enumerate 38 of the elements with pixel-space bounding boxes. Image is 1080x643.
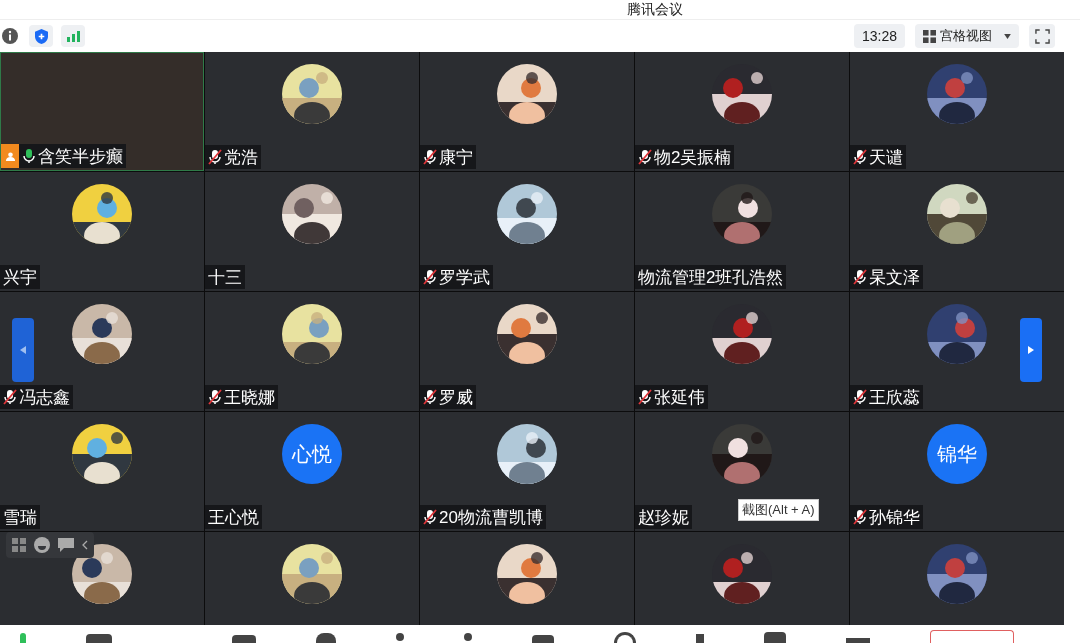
name-label: 物流管理2班孔浩然 bbox=[635, 265, 787, 289]
collapse-icon[interactable] bbox=[82, 540, 88, 550]
security-icon[interactable] bbox=[29, 25, 53, 47]
grid-icon[interactable] bbox=[12, 538, 26, 552]
fullscreen-button[interactable] bbox=[1029, 24, 1055, 48]
name-label: 罗学武 bbox=[420, 265, 493, 289]
name-label: 冯志鑫 bbox=[0, 385, 73, 409]
name-label: 党浩 bbox=[205, 145, 261, 169]
name-label: 张延伟 bbox=[635, 385, 708, 409]
name-label: 兴宇 bbox=[0, 265, 40, 289]
left-arrow-icon bbox=[20, 346, 26, 354]
name-label: 雪瑞 bbox=[0, 505, 40, 529]
name-label: 含笑半步癫 bbox=[19, 144, 126, 168]
tooltip: 截图(Alt + A) bbox=[738, 499, 819, 521]
emoji-icon[interactable] bbox=[34, 537, 50, 553]
signal-icon[interactable] bbox=[61, 25, 85, 47]
right-arrow-icon bbox=[1028, 346, 1034, 354]
window-title: 腾讯会议 bbox=[627, 0, 683, 19]
name-label: 十三 bbox=[205, 265, 245, 289]
name-label: 杲文泽 bbox=[850, 265, 923, 289]
name-label: 孙锦华 bbox=[850, 505, 923, 529]
name-label: 天谴 bbox=[850, 145, 906, 169]
caret-icon bbox=[1004, 33, 1011, 39]
initials-avatar: 锦华 bbox=[927, 424, 987, 484]
name-label: 20物流曹凯博 bbox=[420, 505, 546, 529]
meeting-time: 13:28 bbox=[853, 24, 905, 48]
initials-avatar: 心悦 bbox=[282, 424, 342, 484]
name-label: 王欣蕊 bbox=[850, 385, 923, 409]
name-label: 赵珍妮 bbox=[635, 505, 692, 529]
name-label: 物2吴振楠 bbox=[635, 145, 735, 169]
fullscreen-icon bbox=[1034, 28, 1050, 44]
name-label: 康宁 bbox=[420, 145, 476, 169]
name-label: 王心悦 bbox=[205, 505, 262, 529]
name-label: 罗威 bbox=[420, 385, 476, 409]
info-icon[interactable] bbox=[1, 27, 19, 45]
grid-icon bbox=[923, 29, 936, 43]
view-dropdown[interactable]: 宫格视图 bbox=[915, 24, 1019, 48]
name-label: 王晓娜 bbox=[205, 385, 278, 409]
